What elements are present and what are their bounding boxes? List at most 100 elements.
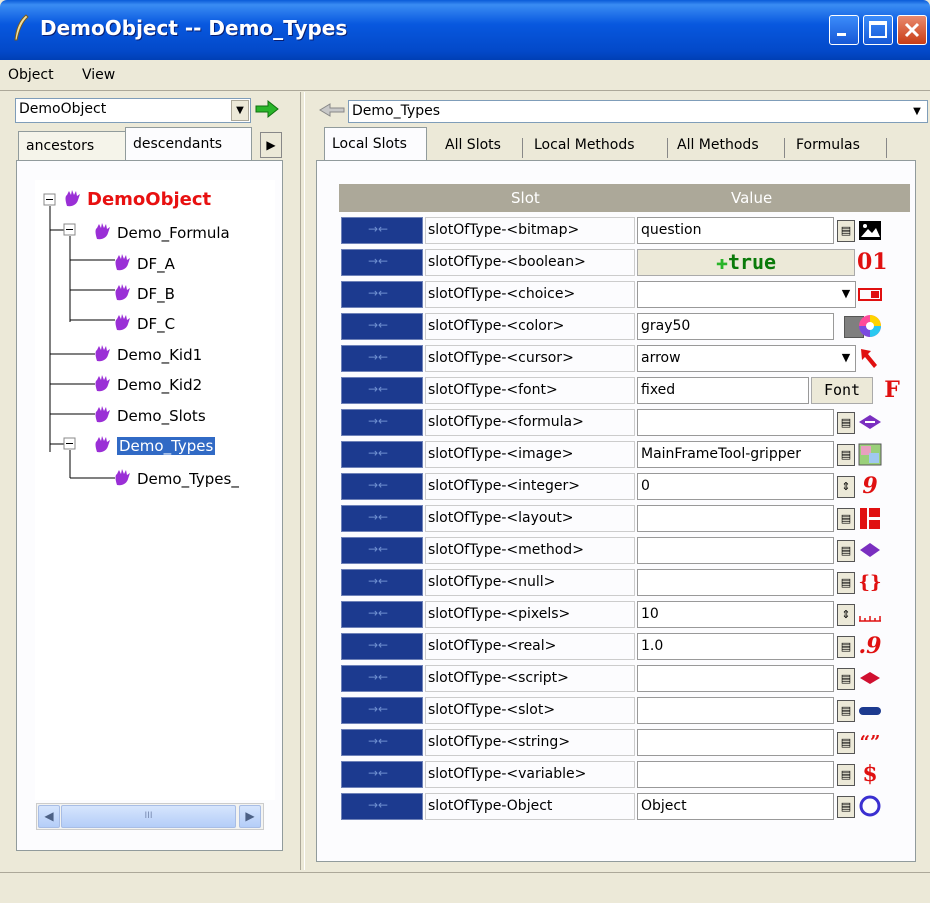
slot-value[interactable]: Object: [637, 793, 834, 820]
tree-node-label: Demo_Types_: [137, 470, 239, 488]
slot-value[interactable]: arrow: [637, 345, 856, 372]
tree-node[interactable]: DF_B: [113, 282, 175, 303]
tab-formulas[interactable]: Formulas: [796, 131, 860, 161]
drag-handle[interactable]: [341, 633, 423, 660]
chevron-down-icon[interactable]: ▼: [231, 100, 249, 121]
close-button[interactable]: [897, 15, 927, 45]
slot-value[interactable]: 1.0: [637, 633, 834, 660]
slot-value[interactable]: 0: [637, 473, 834, 500]
tree-node[interactable]: Demo_Kid1: [93, 343, 202, 364]
slot-value[interactable]: [637, 665, 834, 692]
object-combo[interactable]: DemoObject ▼: [15, 98, 251, 123]
chevron-down-icon[interactable]: ▼: [837, 348, 855, 370]
slot-row: slotOfType-<color> gray50: [339, 311, 910, 343]
drag-handle[interactable]: [341, 793, 423, 820]
tab-all-methods[interactable]: All Methods: [677, 131, 759, 161]
slot-name: slotOfType-<slot>: [425, 697, 635, 724]
tree-node[interactable]: Demo_Slots: [93, 404, 206, 425]
slot-value[interactable]: fixed: [637, 377, 809, 404]
tab-descendants[interactable]: descendants: [125, 127, 252, 161]
edit-button[interactable]: ▤: [837, 572, 855, 594]
minimize-button[interactable]: [829, 15, 859, 45]
tree-node[interactable]: Demo_Formula: [93, 221, 230, 242]
tab-ancestors[interactable]: ancestors: [18, 131, 132, 161]
title-bar[interactable]: DemoObject -- Demo_Types: [0, 0, 930, 60]
window-title: DemoObject -- Demo_Types: [40, 16, 348, 40]
horizontal-scrollbar[interactable]: ◀ III ▶: [36, 803, 264, 830]
chevron-down-icon[interactable]: ▼: [908, 102, 926, 121]
tab-local-slots[interactable]: Local Slots: [324, 127, 427, 161]
tab-local-methods[interactable]: Local Methods: [534, 131, 635, 161]
slot-value[interactable]: MainFrameTool-gripper: [637, 441, 834, 468]
edit-button[interactable]: ▤: [837, 220, 855, 242]
edit-button[interactable]: ▤: [837, 508, 855, 530]
drag-handle[interactable]: [341, 473, 423, 500]
edit-button[interactable]: ▤: [837, 700, 855, 722]
edit-button[interactable]: ▤: [837, 636, 855, 658]
edit-button[interactable]: ▤: [837, 540, 855, 562]
drag-handle[interactable]: [341, 249, 423, 276]
scroll-grip: III: [144, 811, 153, 821]
drag-handle[interactable]: [341, 281, 423, 308]
drag-handle[interactable]: [341, 409, 423, 436]
drag-handle[interactable]: [341, 601, 423, 628]
tree-node[interactable]: DemoObject: [63, 188, 211, 210]
drag-handle[interactable]: [341, 217, 423, 244]
go-arrow-icon[interactable]: [254, 99, 280, 119]
slot-value[interactable]: [637, 761, 834, 788]
maximize-button[interactable]: [863, 15, 893, 45]
tree-node[interactable]: DF_C: [113, 312, 175, 333]
chevron-down-icon[interactable]: ▼: [837, 284, 855, 306]
tree-node[interactable]: Demo_Types_: [113, 467, 239, 488]
tab-all-slots[interactable]: All Slots: [445, 131, 501, 161]
spinner-button[interactable]: ⇕: [837, 604, 855, 626]
slot-value[interactable]: [637, 729, 834, 756]
drag-handle[interactable]: [341, 377, 423, 404]
drag-handle[interactable]: [341, 569, 423, 596]
tree-node[interactable]: Demo_Kid2: [93, 373, 202, 394]
menu-view[interactable]: View: [82, 67, 115, 83]
edit-button[interactable]: ▤: [837, 764, 855, 786]
boolean-toggle[interactable]: ✚true: [637, 249, 855, 276]
slot-value[interactable]: [637, 505, 834, 532]
drag-handle[interactable]: [341, 729, 423, 756]
tab-scroll-right-button[interactable]: ▶: [260, 132, 282, 158]
color-icon: [859, 315, 881, 337]
slot-value[interactable]: 10: [637, 601, 834, 628]
drag-handle[interactable]: [341, 345, 423, 372]
edit-button[interactable]: ▤: [837, 732, 855, 754]
edit-button[interactable]: ▤: [837, 796, 855, 818]
pane-splitter[interactable]: [300, 92, 305, 870]
slot-value[interactable]: [637, 569, 834, 596]
scroll-thumb[interactable]: III: [61, 805, 236, 828]
drag-handle[interactable]: [341, 697, 423, 724]
object-path-combo[interactable]: Demo_Types ▼: [348, 100, 928, 123]
slot-value[interactable]: [637, 409, 834, 436]
drag-handle[interactable]: [341, 441, 423, 468]
spinner-button[interactable]: ⇕: [837, 476, 855, 498]
slot-value[interactable]: [637, 281, 856, 308]
scroll-left-icon[interactable]: ◀: [38, 805, 60, 828]
script-icon: [860, 672, 880, 684]
slot-value[interactable]: [637, 697, 834, 724]
drag-handle[interactable]: [341, 313, 423, 340]
font-button[interactable]: Font: [811, 377, 873, 404]
slot-row: slotOfType-<real> 1.0 ▤ .9: [339, 631, 910, 663]
plus-icon: ✚: [715, 250, 728, 274]
slot-value[interactable]: [637, 537, 834, 564]
hand-icon: [115, 254, 130, 271]
menu-object[interactable]: Object: [8, 67, 54, 83]
drag-handle[interactable]: [341, 537, 423, 564]
tree-node[interactable]: DF_A: [113, 252, 175, 273]
drag-handle[interactable]: [341, 761, 423, 788]
slot-value[interactable]: question: [637, 217, 834, 244]
back-arrow-icon[interactable]: [318, 102, 346, 118]
scroll-right-icon[interactable]: ▶: [239, 805, 261, 828]
drag-handle[interactable]: [341, 505, 423, 532]
slot-value[interactable]: gray50: [637, 313, 834, 340]
edit-button[interactable]: ▤: [837, 412, 855, 434]
edit-button[interactable]: ▤: [837, 668, 855, 690]
tree-node-selected[interactable]: Demo_Types: [93, 434, 216, 455]
drag-handle[interactable]: [341, 665, 423, 692]
edit-button[interactable]: ▤: [837, 444, 855, 466]
